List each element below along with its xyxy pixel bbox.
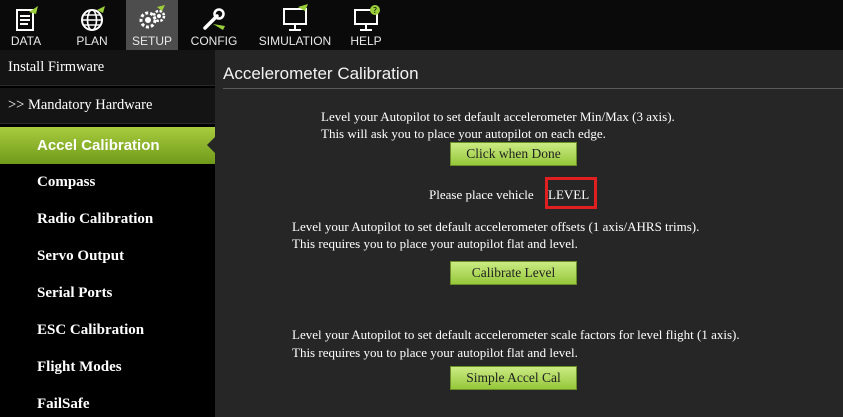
- title-divider: [223, 88, 843, 89]
- toolbar-data-label: DATA: [10, 34, 42, 48]
- page-title: Accelerometer Calibration: [223, 64, 419, 83]
- accel-scale-instruction: This requires you to place your autopilo…: [292, 345, 578, 360]
- accel-offsets-description: Level your Autopilot to set default acce…: [292, 219, 700, 234]
- toolbar-data-button[interactable]: DATA: [0, 0, 52, 50]
- monitor-plane-icon: [283, 4, 308, 31]
- sidebar-item-servo-output[interactable]: Servo Output: [0, 238, 215, 274]
- toolbar-setup-label: SETUP: [131, 34, 172, 48]
- sidebar-item-label: FailSafe: [37, 395, 90, 412]
- toolbar-plan-label: PLAN: [76, 34, 108, 48]
- toolbar-help-label: HELP: [350, 34, 382, 48]
- top-toolbar: DATA PLAN SETUP CONFIG SIMULATION ? HELP: [0, 0, 843, 50]
- sidebar-item-esc-calibration[interactable]: ESC Calibration: [0, 312, 215, 348]
- toolbar-setup-button[interactable]: SETUP: [126, 0, 178, 50]
- simple-accel-cal-button[interactable]: Simple Accel Cal: [450, 366, 577, 390]
- toolbar-simulation-button[interactable]: SIMULATION: [250, 0, 340, 50]
- monitor-help-icon: ?: [354, 5, 380, 31]
- click-when-done-button[interactable]: Click when Done: [450, 142, 577, 166]
- sidebar-item-flight-modes[interactable]: Flight Modes: [0, 349, 215, 385]
- toolbar-config-label: CONFIG: [190, 34, 238, 48]
- globe-icon: [81, 6, 105, 31]
- sidebar-item-compass[interactable]: Compass: [0, 164, 215, 200]
- svg-text:?: ?: [373, 6, 377, 15]
- toolbar-plan-button[interactable]: PLAN: [66, 0, 118, 50]
- sidebar-item-radio-calibration[interactable]: Radio Calibration: [0, 201, 215, 237]
- highlight-box: [545, 177, 597, 209]
- sidebar-item-serial-ports[interactable]: Serial Ports: [0, 275, 215, 311]
- sidebar: Install Firmware >> Mandatory Hardware A…: [0, 50, 216, 417]
- sidebar-item-label: Serial Ports: [37, 284, 113, 301]
- sidebar-item-label: Install Firmware: [8, 59, 105, 75]
- calibrate-level-button[interactable]: Calibrate Level: [450, 261, 577, 285]
- sidebar-item-label: Compass: [37, 173, 96, 190]
- sidebar-item-label: Radio Calibration: [37, 210, 154, 227]
- toolbar-simulation-label: SIMULATION: [258, 34, 332, 48]
- accel-minmax-instruction: This will ask you to place your autopilo…: [321, 126, 606, 141]
- sidebar-item-label: >> Mandatory Hardware: [8, 97, 153, 113]
- main-panel: Accelerometer Calibration Level your Aut…: [215, 50, 843, 417]
- sidebar-item-label: Flight Modes: [37, 358, 122, 375]
- sidebar-item-install-firmware[interactable]: Install Firmware: [0, 50, 215, 86]
- toolbar-help-button[interactable]: ? HELP: [344, 0, 388, 50]
- wrench-plane-icon: [203, 8, 225, 30]
- data-icon: [16, 6, 38, 31]
- sidebar-item-accel-calibration[interactable]: Accel Calibration: [0, 127, 216, 164]
- vehicle-position-prompt: Please place vehicle: [429, 187, 534, 202]
- sidebar-item-mandatory-hardware[interactable]: >> Mandatory Hardware: [0, 88, 215, 124]
- accel-offsets-instruction: This requires you to place your autopilo…: [292, 236, 578, 251]
- sidebar-item-label: Accel Calibration: [37, 137, 160, 154]
- accel-minmax-description: Level your Autopilot to set default acce…: [321, 109, 675, 124]
- sidebar-item-label: Servo Output: [37, 247, 125, 264]
- sidebar-item-label: ESC Calibration: [37, 321, 145, 338]
- toolbar-config-button[interactable]: CONFIG: [186, 0, 242, 50]
- sidebar-item-failsafe[interactable]: FailSafe: [0, 386, 215, 417]
- accel-scale-description: Level your Autopilot to set default acce…: [292, 327, 740, 342]
- gears-icon: [139, 5, 166, 29]
